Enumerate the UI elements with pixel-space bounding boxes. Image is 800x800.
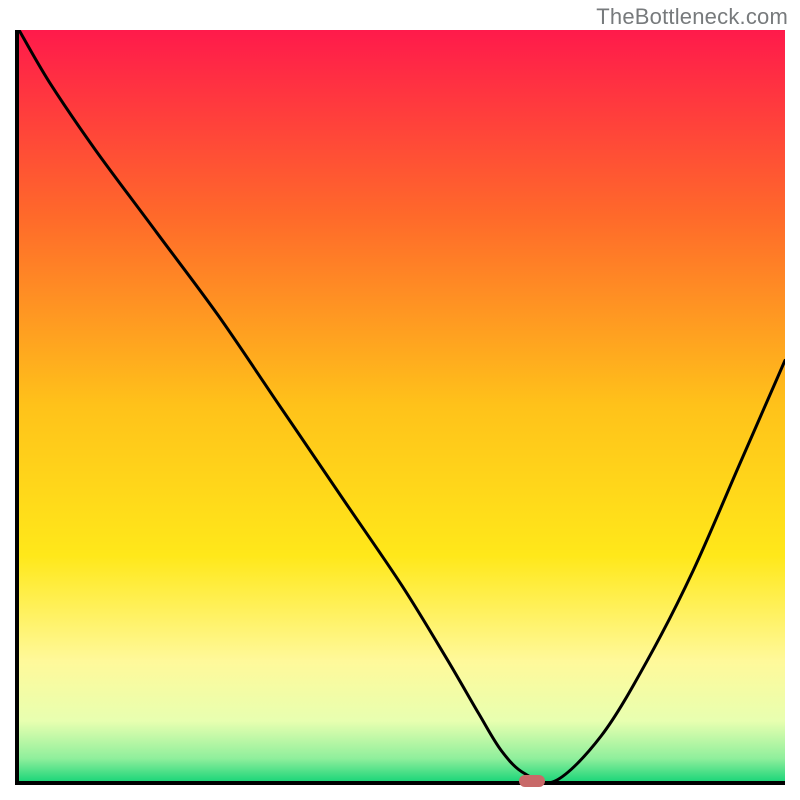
optimum-marker	[519, 775, 545, 787]
y-axis	[15, 30, 19, 785]
plot-area	[15, 30, 785, 785]
chart-canvas: TheBottleneck.com	[0, 0, 800, 800]
x-axis	[15, 781, 785, 785]
bottleneck-curve	[15, 30, 785, 785]
attribution-label: TheBottleneck.com	[596, 4, 788, 30]
